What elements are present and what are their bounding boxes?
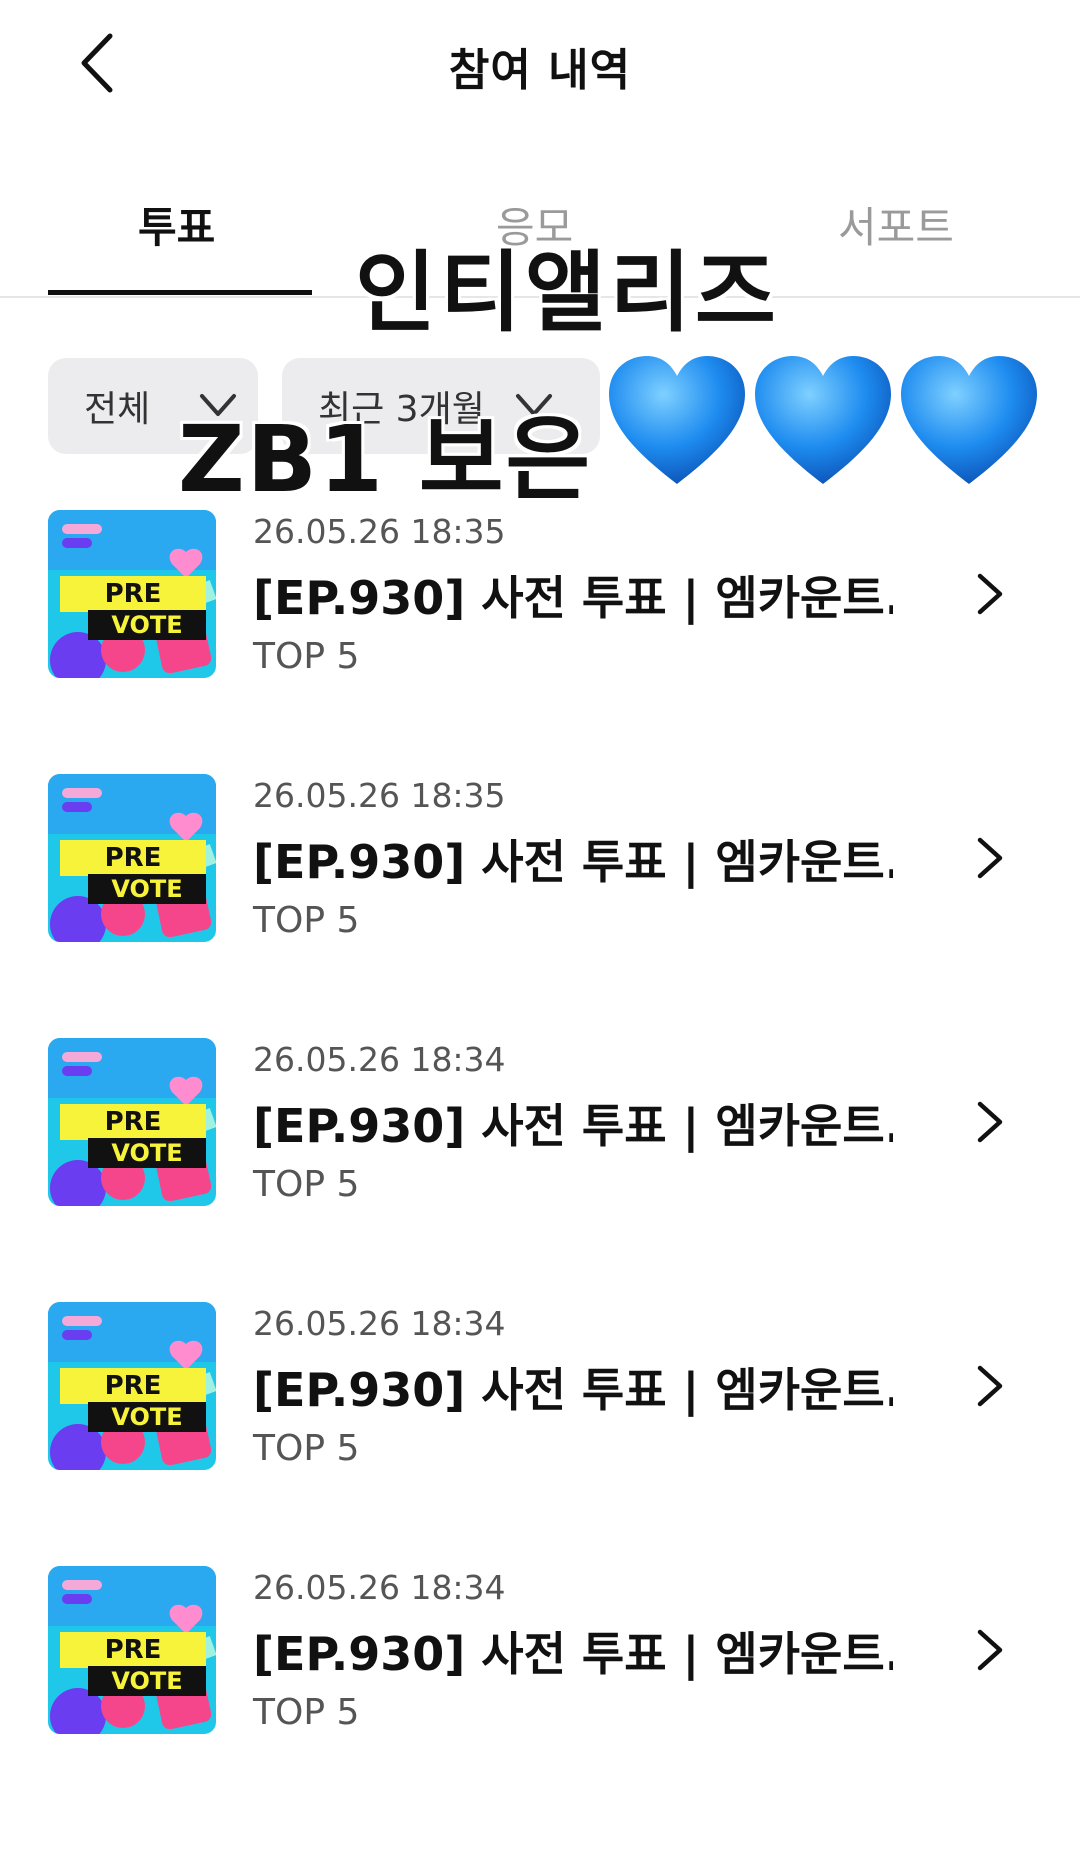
list-item[interactable]: PRE VOTE 26.05.26 18:34 [EP.930] 사전 투표 |… — [0, 1566, 1080, 1746]
pre-vote-thumbnail: PRE VOTE — [48, 1566, 216, 1734]
pre-vote-thumbnail: PRE VOTE — [48, 1302, 216, 1470]
item-subtitle: TOP 5 — [253, 1428, 360, 1469]
active-tab-indicator — [48, 290, 312, 295]
category-filter-dropdown[interactable]: 전체 — [48, 358, 258, 454]
item-date: 26.05.26 18:34 — [253, 1304, 506, 1343]
thumbnail-text-pre: PRE — [104, 1635, 162, 1665]
sticker-hearts — [605, 352, 1055, 492]
blue-heart-icon — [609, 356, 745, 484]
thumbnail-text-vote: VOTE — [111, 611, 183, 639]
page-title: 참여 내역 — [448, 45, 632, 96]
thumbnail-text-vote: VOTE — [111, 1403, 183, 1431]
item-title: [EP.930] 사전 투표 | 엠카운트... — [253, 1099, 893, 1153]
item-subtitle: TOP 5 — [253, 1692, 360, 1733]
chevron-right-icon — [977, 837, 1003, 879]
item-date: 26.05.26 18:35 — [253, 512, 506, 551]
item-subtitle: TOP 5 — [253, 1164, 360, 1205]
chevron-down-icon — [200, 394, 236, 416]
list-item[interactable]: PRE VOTE 26.05.26 18:35 [EP.930] 사전 투표 |… — [0, 510, 1080, 690]
item-title: [EP.930] 사전 투표 | 엠카운트... — [253, 571, 893, 625]
thumbnail-text-vote: VOTE — [111, 1139, 183, 1167]
app-header: 참여 내역 — [0, 0, 1080, 130]
item-subtitle: TOP 5 — [253, 900, 360, 941]
tab-bar: 투표 응모 서포트 — [0, 180, 1080, 298]
thumbnail-text-pre: PRE — [104, 579, 162, 609]
blue-heart-icon — [901, 356, 1037, 484]
item-title: [EP.930] 사전 투표 | 엠카운트... — [253, 1363, 893, 1417]
chevron-down-icon — [516, 394, 552, 416]
chevron-right-icon — [977, 1629, 1003, 1671]
thumbnail-text-pre: PRE — [104, 1371, 162, 1401]
blue-heart-icon — [755, 356, 891, 484]
item-date: 26.05.26 18:34 — [253, 1568, 506, 1607]
item-title: [EP.930] 사전 투표 | 엠카운트... — [253, 835, 893, 889]
tab-vote[interactable]: 투표 — [138, 194, 215, 255]
tab-entry[interactable]: 응모 — [496, 194, 573, 255]
thumbnail-text-vote: VOTE — [111, 1667, 183, 1695]
item-title: [EP.930] 사전 투표 | 엠카운트... — [253, 1627, 893, 1681]
thumbnail-text-pre: PRE — [104, 843, 162, 873]
list-item[interactable]: PRE VOTE 26.05.26 18:34 [EP.930] 사전 투표 |… — [0, 1302, 1080, 1482]
thumbnail-text-pre: PRE — [104, 1107, 162, 1137]
pre-vote-thumbnail: PRE VOTE — [48, 774, 216, 942]
category-filter-label: 전체 — [84, 389, 151, 430]
chevron-right-icon — [977, 573, 1003, 615]
list-item[interactable]: PRE VOTE 26.05.26 18:35 [EP.930] 사전 투표 |… — [0, 774, 1080, 954]
chevron-right-icon — [977, 1365, 1003, 1407]
period-filter-dropdown[interactable]: 최근 3개월 — [282, 358, 600, 454]
item-date: 26.05.26 18:34 — [253, 1040, 506, 1079]
tab-support[interactable]: 서포트 — [838, 194, 954, 255]
period-filter-label: 최근 3개월 — [318, 389, 485, 430]
list-item[interactable]: PRE VOTE 26.05.26 18:34 [EP.930] 사전 투표 |… — [0, 1038, 1080, 1218]
pre-vote-thumbnail: PRE VOTE — [48, 1038, 216, 1206]
item-date: 26.05.26 18:35 — [253, 776, 506, 815]
thumbnail-text-vote: VOTE — [111, 875, 183, 903]
pre-vote-thumbnail: PRE VOTE — [48, 510, 216, 678]
item-subtitle: TOP 5 — [253, 636, 360, 677]
chevron-right-icon — [977, 1101, 1003, 1143]
